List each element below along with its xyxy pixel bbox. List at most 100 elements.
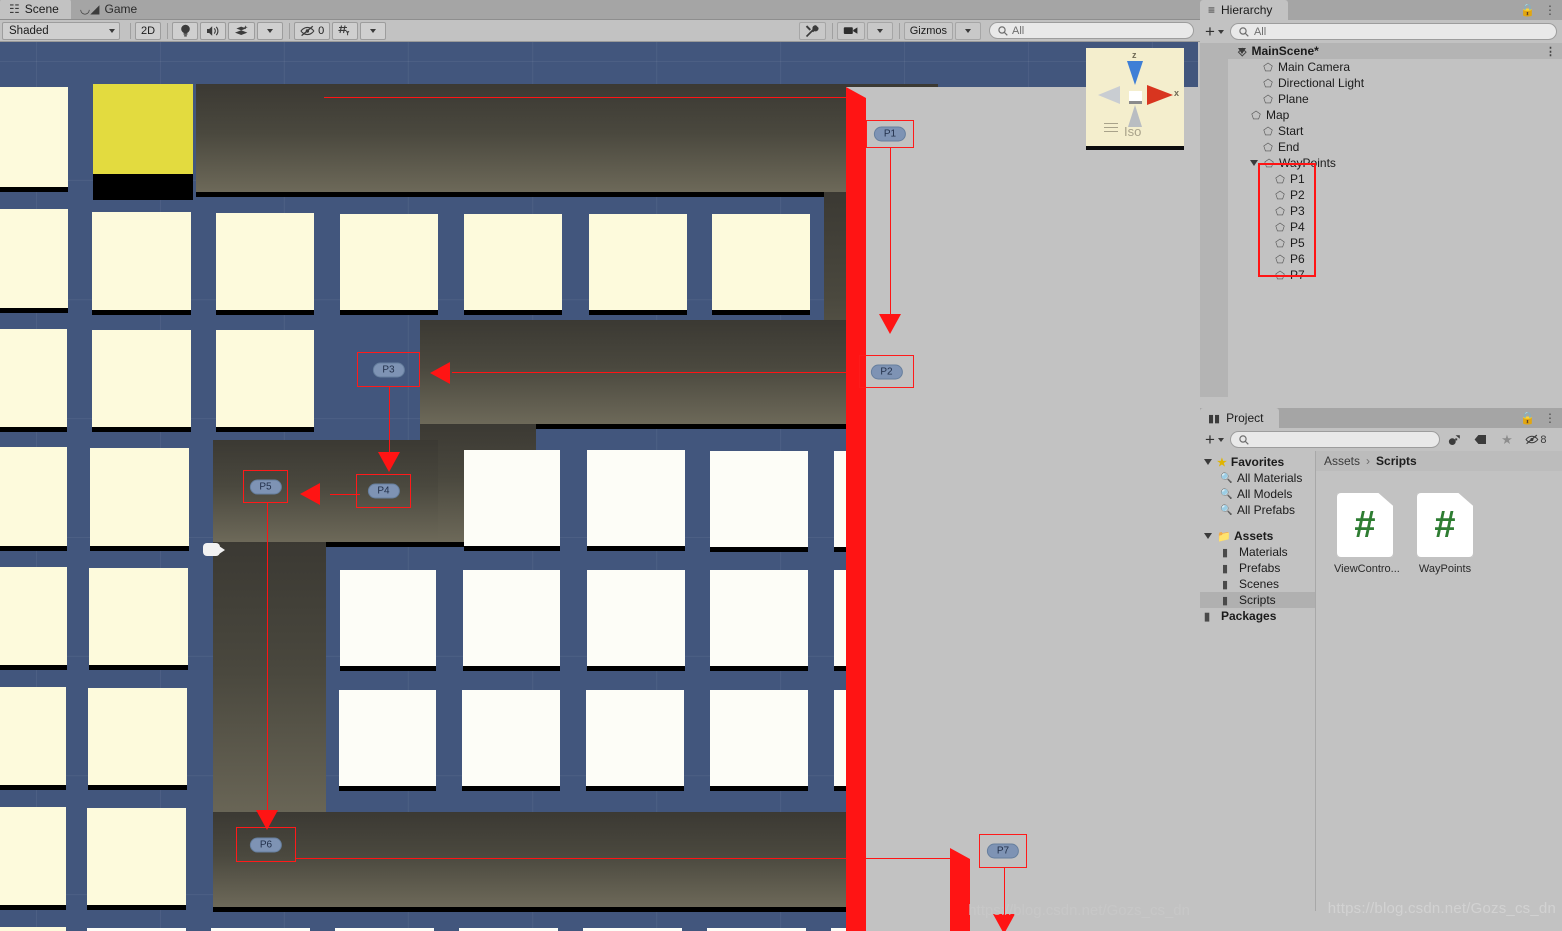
project-content[interactable]: Assets › Scripts # ViewContro... # WayPo… — [1315, 451, 1562, 911]
scene-search-input[interactable]: All — [989, 22, 1194, 39]
tile[interactable] — [710, 690, 808, 786]
waypoint-marker-p2[interactable]: P2 — [859, 355, 914, 388]
hierarchy-item-waypoints[interactable]: ⬠ WayPoints — [1200, 155, 1562, 171]
project-tree-assets[interactable]: 📁 Assets — [1200, 528, 1315, 544]
tile[interactable] — [586, 690, 684, 786]
label-filter-icon[interactable] — [1470, 430, 1492, 449]
hidden-packages-button[interactable]: 8 — [1522, 430, 1550, 449]
project-tree-materials[interactable]: ▮ Materials — [1200, 544, 1315, 560]
tile[interactable] — [88, 688, 187, 785]
hierarchy-item-main-camera[interactable]: ⬠ Main Camera — [1200, 59, 1562, 75]
tile[interactable] — [90, 448, 189, 546]
hierarchy-item-p3[interactable]: ⬠ P3 — [1200, 203, 1562, 219]
scene-tools-button[interactable] — [798, 21, 826, 40]
axis-neg-x-cone-icon[interactable] — [1098, 86, 1120, 104]
hierarchy-item-p1[interactable]: ⬠ P1 — [1200, 171, 1562, 187]
gizmo-center-cube[interactable] — [1129, 91, 1142, 104]
waypoint-marker-p3[interactable]: P3 — [357, 352, 420, 387]
tile[interactable] — [89, 568, 188, 665]
orientation-gizmo[interactable]: z x Iso — [1086, 48, 1184, 146]
breadcrumb-scripts[interactable]: Scripts — [1376, 454, 1417, 468]
hierarchy-item-p2[interactable]: ⬠ P2 — [1200, 187, 1562, 203]
hierarchy-scene-row[interactable]: ◇ MainScene* ⋮ — [1200, 43, 1562, 59]
hierarchy-search-input[interactable]: All — [1229, 23, 1557, 40]
project-tree-prefabs[interactable]: ▮ Prefabs — [1200, 560, 1315, 576]
tile[interactable] — [0, 209, 68, 308]
draw-mode-dropdown[interactable]: Shaded — [2, 21, 120, 40]
asset-item-waypoints[interactable]: # WayPoints — [1414, 493, 1476, 575]
project-tree-all-prefabs[interactable]: 🔍 All Prefabs — [1200, 502, 1315, 518]
tile[interactable] — [92, 212, 191, 310]
tile[interactable] — [0, 87, 68, 187]
hierarchy-item-p7[interactable]: ⬠ P7 — [1200, 267, 1562, 283]
tile[interactable] — [0, 567, 67, 665]
tile[interactable] — [710, 451, 808, 547]
tile[interactable] — [0, 687, 66, 785]
tile[interactable] — [712, 214, 810, 310]
hierarchy-item-directional-light[interactable]: ⬠ Directional Light — [1200, 75, 1562, 91]
project-tree-all-materials[interactable]: 🔍 All Materials — [1200, 470, 1315, 486]
chevron-down-icon[interactable] — [1204, 459, 1212, 465]
project-tree-favorites[interactable]: ★ Favorites — [1200, 454, 1315, 470]
kebab-menu-icon[interactable]: ⋮ — [1544, 3, 1556, 17]
tile[interactable] — [0, 807, 66, 905]
waypoint-marker-p6[interactable]: P6 — [236, 827, 296, 862]
kebab-menu-icon[interactable]: ⋮ — [1545, 45, 1556, 58]
grid-dropdown[interactable] — [360, 21, 387, 40]
scene-lighting-button[interactable] — [172, 21, 199, 40]
project-tree[interactable]: ★ Favorites 🔍 All Materials 🔍 All Models… — [1200, 451, 1315, 911]
tile[interactable] — [0, 447, 67, 546]
hierarchy-tree[interactable]: ◇ MainScene* ⋮ ⬠ Main Camera ⬠ Direction… — [1200, 43, 1562, 397]
tile[interactable] — [464, 450, 560, 546]
scene-fx-dropdown[interactable] — [257, 21, 284, 40]
project-tree-packages[interactable]: ▮ Packages — [1200, 608, 1315, 624]
project-tree-scripts[interactable]: ▮ Scripts — [1200, 592, 1315, 608]
breadcrumb-assets[interactable]: Assets — [1324, 454, 1360, 468]
gizmos-dropdown[interactable] — [955, 21, 981, 40]
tab-scene[interactable]: ☷ Scene — [0, 0, 71, 19]
axis-z-cone-icon[interactable] — [1127, 61, 1143, 85]
hierarchy-item-plane[interactable]: ⬠ Plane — [1200, 91, 1562, 107]
project-search-input[interactable] — [1229, 431, 1440, 448]
scene-viewport[interactable]: P1 P2 P3 P4 P5 P6 P7 z x Iso https://blo… — [0, 42, 1198, 931]
tile[interactable] — [0, 927, 66, 931]
tile[interactable] — [339, 690, 436, 786]
project-tree-scenes[interactable]: ▮ Scenes — [1200, 576, 1315, 592]
scene-audio-button[interactable] — [200, 21, 227, 40]
camera-gizmo-icon[interactable] — [203, 543, 225, 556]
hierarchy-item-p6[interactable]: ⬠ P6 — [1200, 251, 1562, 267]
tab-project[interactable]: ▮▮ Project — [1200, 408, 1280, 428]
tile[interactable] — [710, 570, 808, 666]
hidden-objects-button[interactable]: 0 — [294, 21, 331, 40]
hierarchy-item-p5[interactable]: ⬠ P5 — [1200, 235, 1562, 251]
hierarchy-add-button[interactable]: + — [1205, 23, 1226, 40]
hierarchy-item-p4[interactable]: ⬠ P4 — [1200, 219, 1562, 235]
chevron-down-icon[interactable] — [1238, 48, 1246, 54]
lock-icon[interactable]: 🔒 — [1520, 411, 1535, 425]
tile[interactable] — [587, 450, 685, 546]
scene-fx-button[interactable] — [228, 21, 256, 40]
scene-camera-dropdown[interactable] — [866, 21, 893, 40]
hierarchy-item-end[interactable]: ⬠ End — [1200, 139, 1562, 155]
chevron-down-icon[interactable] — [1204, 533, 1212, 539]
project-add-button[interactable]: + — [1205, 431, 1226, 448]
waypoint-marker-p4[interactable]: P4 — [356, 474, 411, 508]
tile[interactable] — [462, 690, 560, 786]
axis-x-cone-icon[interactable] — [1147, 85, 1173, 105]
scene-camera-button[interactable] — [836, 21, 865, 40]
hierarchy-item-start[interactable]: ⬠ Start — [1200, 123, 1562, 139]
waypoint-marker-p5[interactable]: P5 — [243, 470, 288, 503]
gizmos-button[interactable]: Gizmos — [903, 21, 953, 40]
asset-item-viewcontroller[interactable]: # ViewContro... — [1334, 493, 1400, 575]
tile[interactable] — [589, 214, 687, 310]
tab-hierarchy[interactable]: ≡ Hierarchy — [1200, 0, 1289, 20]
tile[interactable] — [587, 570, 685, 666]
toggle-2d-button[interactable]: 2D — [135, 21, 162, 40]
grid-visibility-button[interactable] — [332, 21, 359, 40]
tile[interactable] — [463, 570, 560, 666]
tile[interactable] — [216, 330, 314, 427]
tile[interactable] — [340, 570, 436, 666]
lock-icon[interactable]: 🔒 — [1520, 3, 1535, 17]
project-tree-all-models[interactable]: 🔍 All Models — [1200, 486, 1315, 502]
star-filter-icon[interactable]: ★ — [1496, 430, 1518, 449]
